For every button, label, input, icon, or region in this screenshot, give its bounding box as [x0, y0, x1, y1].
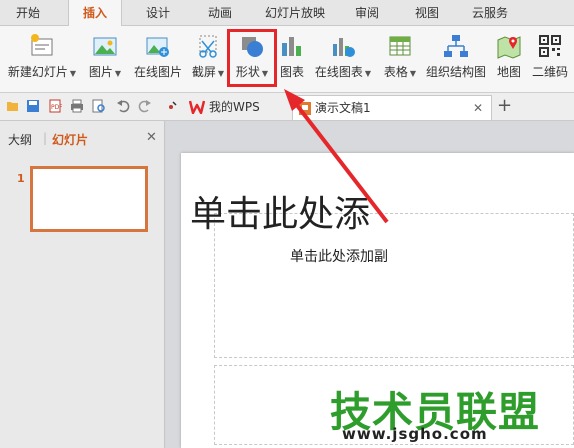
- new-slide-label: 新建幻灯片: [7, 65, 68, 79]
- map-button[interactable]: 地图: [492, 26, 526, 93]
- tab-view[interactable]: 视图: [405, 0, 449, 26]
- menu-tab-bar: 开始 插入 设计 动画 幻灯片放映 审阅 视图 云服务: [0, 0, 574, 27]
- tab-divider: |: [43, 131, 48, 145]
- online-chart-label: 在线图表: [314, 65, 363, 79]
- chart-icon: [282, 37, 301, 56]
- new-slide-icon: [31, 34, 53, 56]
- tab-insert[interactable]: 插入: [68, 0, 122, 27]
- title-placeholder-text: 单击此处添: [190, 194, 371, 235]
- chevron-down-icon: ▼: [114, 69, 122, 78]
- tab-my-wps[interactable]: 我的WPS: [183, 95, 288, 120]
- close-panel-icon[interactable]: ✕: [146, 130, 157, 145]
- export-pdf-icon[interactable]: PDF: [48, 99, 62, 113]
- svg-text:PDF: PDF: [51, 104, 62, 111]
- slide-thumbnail[interactable]: [30, 166, 148, 232]
- tab-home[interactable]: 开始: [6, 0, 50, 26]
- chart-button[interactable]: 图表: [276, 26, 308, 93]
- chevron-down-icon: ▼: [217, 69, 225, 78]
- new-slide-button[interactable]: 新建幻灯片 ▼: [4, 26, 80, 93]
- slide-number: 1: [17, 172, 25, 185]
- org-chart-icon: [444, 35, 468, 57]
- save-icon[interactable]: [26, 99, 40, 113]
- redo-icon[interactable]: [138, 99, 152, 113]
- online-picture-label: 在线图片: [133, 65, 182, 79]
- quick-access-toolbar: PDF 我的WPS 演示文稿1 ✕ +: [0, 93, 574, 121]
- open-folder-icon[interactable]: [6, 99, 20, 113]
- new-tab-icon[interactable]: +: [497, 95, 512, 116]
- close-tab-icon[interactable]: ✕: [473, 96, 483, 120]
- chevron-down-icon: ▼: [364, 69, 372, 78]
- qrcode-button[interactable]: 二维码: [528, 26, 572, 93]
- scissors-icon: [199, 35, 217, 58]
- table-label: 表格: [383, 65, 408, 79]
- tab-review[interactable]: 审阅: [345, 0, 389, 26]
- chevron-down-icon: ▼: [409, 69, 417, 78]
- qrcode-label: 二维码: [531, 65, 568, 79]
- presentation-file-icon: [299, 102, 311, 115]
- online-chart-icon: [333, 38, 355, 57]
- picture-button[interactable]: 图片 ▼: [84, 26, 126, 93]
- chart-label: 图表: [279, 65, 304, 79]
- print-icon[interactable]: [70, 99, 84, 113]
- wps-logo-icon: [189, 100, 205, 114]
- org-chart-button[interactable]: 组织结构图: [424, 26, 488, 93]
- tab-presentation-label: 演示文稿1: [315, 101, 371, 115]
- screenshot-button[interactable]: 截屏 ▼: [188, 26, 228, 93]
- online-chart-button[interactable]: 在线图表 ▼: [312, 26, 374, 93]
- tab-cloud-service[interactable]: 云服务: [464, 0, 516, 26]
- table-button[interactable]: 表格 ▼: [378, 26, 422, 93]
- customize-toolbar-icon[interactable]: [164, 99, 178, 113]
- print-preview-icon[interactable]: [92, 99, 106, 113]
- undo-icon[interactable]: [116, 99, 130, 113]
- tab-design[interactable]: 设计: [136, 0, 180, 26]
- tab-animation[interactable]: 动画: [198, 0, 242, 26]
- qrcode-icon: [539, 35, 561, 57]
- picture-label: 图片: [88, 65, 113, 79]
- table-icon: [389, 36, 411, 56]
- outline-tab[interactable]: 大纲: [8, 131, 32, 148]
- chevron-down-icon: ▼: [69, 69, 77, 78]
- slide-panel: 大纲 | 幻灯片 ✕ 1: [0, 121, 165, 448]
- online-picture-icon: [146, 37, 169, 57]
- map-label: 地图: [496, 65, 521, 79]
- insert-ribbon: 新建幻灯片 ▼ 图片 ▼ 在线图片 截屏 ▼ 形状 ▼ 图表 在线图表 ▼ 表格…: [0, 26, 574, 93]
- watermark-url: www.jsgho.com: [342, 425, 488, 443]
- org-chart-label: 组织结构图: [425, 65, 486, 79]
- shape-highlight-box: [227, 29, 277, 87]
- slides-tab[interactable]: 幻灯片: [52, 131, 88, 148]
- tab-presentation[interactable]: 演示文稿1 ✕: [292, 95, 492, 120]
- subtitle-placeholder-text: 单击此处添加副: [290, 249, 388, 265]
- screenshot-label: 截屏: [191, 65, 216, 79]
- tab-my-wps-label: 我的WPS: [209, 100, 260, 114]
- picture-icon: [93, 37, 117, 56]
- tab-slideshow[interactable]: 幻灯片放映: [256, 0, 334, 26]
- map-icon: [497, 36, 521, 59]
- online-picture-button[interactable]: 在线图片: [130, 26, 186, 93]
